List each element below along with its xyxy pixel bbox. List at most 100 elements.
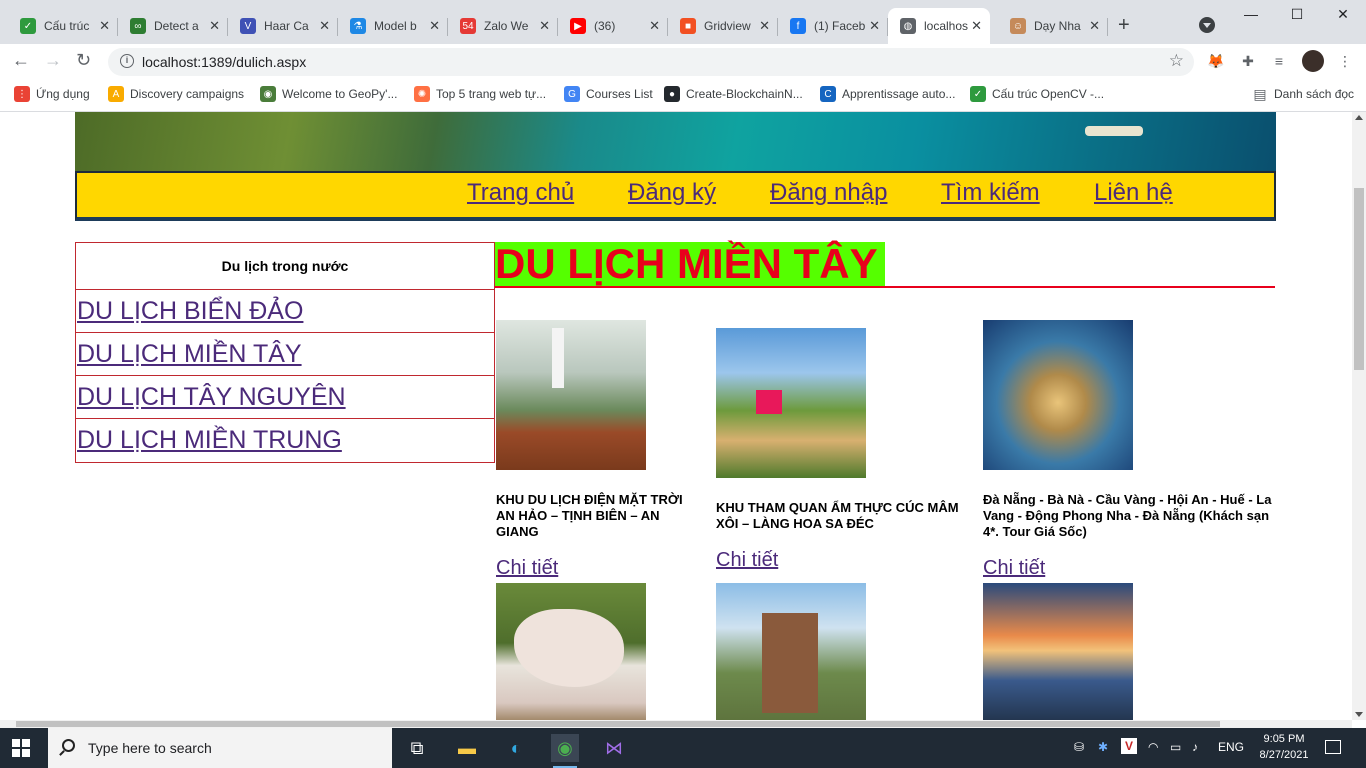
window-minimize-button[interactable]: —: [1228, 6, 1274, 22]
back-button[interactable]: ←: [12, 50, 30, 71]
taskbar-clock[interactable]: 9:05 PM 8/27/2021: [1252, 731, 1316, 763]
window-close-button[interactable]: ✕: [1320, 6, 1366, 23]
tab-close-icon[interactable]: ✕: [1089, 18, 1100, 34]
browser-tab-5[interactable]: ▶ (36) ✕: [558, 8, 668, 44]
tab-close-icon[interactable]: ✕: [539, 18, 550, 34]
tab-close-icon[interactable]: ✕: [429, 18, 440, 34]
sidebar-heading: Du lịch trong nước: [76, 243, 494, 290]
vertical-scrollbar[interactable]: [1352, 112, 1366, 720]
tab-search-icon[interactable]: [1199, 17, 1215, 33]
tab-title: Model b: [374, 19, 417, 33]
browser-tab-2[interactable]: V Haar Ca ✕: [228, 8, 338, 44]
chrome-browser-icon[interactable]: ◉: [551, 734, 579, 768]
menu-kebab-icon[interactable]: ⋮: [1336, 52, 1354, 70]
browser-tab-6[interactable]: ■ Gridview ✕: [668, 8, 778, 44]
windows-start-icon[interactable]: [12, 739, 30, 757]
browser-tab-9[interactable]: ☺ Dạy Nha ✕: [998, 8, 1108, 44]
tab-title: Detect a: [154, 19, 199, 33]
new-tab-button[interactable]: +: [1118, 14, 1130, 37]
browser-tab-3[interactable]: ⚗ Model b ✕: [338, 8, 448, 44]
address-bar[interactable]: i localhost:1389/dulich.aspx ☆: [108, 48, 1194, 76]
product-image-row2-1[interactable]: [496, 583, 646, 720]
horizontal-scroll-thumb[interactable]: [16, 721, 1220, 727]
metamask-extension-icon[interactable]: 🦊: [1207, 52, 1225, 70]
language-indicator[interactable]: ENG: [1218, 740, 1244, 754]
browser-tab-7[interactable]: f (1) Faceb ✕: [778, 8, 888, 44]
bookmark-item-5[interactable]: ● Create-BlockchainN...: [664, 86, 803, 102]
tab-close-icon[interactable]: ✕: [99, 18, 110, 34]
extensions-puzzle-icon[interactable]: ✚: [1239, 52, 1257, 70]
window-maximize-button[interactable]: ☐: [1274, 6, 1320, 23]
web-page: Trang chủ Đăng ký Đăng nhập Tìm kiếm Liê…: [0, 112, 1352, 720]
image-food-shape: [514, 609, 624, 687]
bookmark-item-6[interactable]: C Apprentissage auto...: [820, 86, 955, 102]
browser-tab-0[interactable]: ✓ Cấu trúc ✕: [8, 8, 118, 44]
tab-close-icon[interactable]: ✕: [649, 18, 660, 34]
edge-browser-icon[interactable]: ◐: [502, 734, 530, 762]
tab-close-icon[interactable]: ✕: [759, 18, 770, 34]
tab-close-icon[interactable]: ✕: [209, 18, 220, 34]
sidebar-item-mien-tay[interactable]: DU LỊCH MIỀN TÂY: [76, 333, 494, 376]
reload-button[interactable]: ↻: [76, 50, 91, 71]
site-info-icon[interactable]: i: [120, 54, 134, 68]
wifi-icon[interactable]: ◠: [1148, 740, 1158, 754]
menu-search-link[interactable]: Tìm kiếm: [941, 179, 1040, 207]
scroll-up-arrow-icon[interactable]: [1355, 115, 1363, 120]
product-image-mam-xoi[interactable]: [716, 328, 866, 478]
product-image-row2-3[interactable]: [983, 583, 1133, 720]
visual-studio-icon[interactable]: ⋈: [600, 734, 628, 762]
bookmark-item-3[interactable]: ✺ Top 5 trang web tự...: [414, 86, 546, 102]
menu-login-link[interactable]: Đăng nhập: [770, 179, 887, 207]
bookmark-item-7[interactable]: ✓ Cấu trúc OpenCV -...: [970, 86, 1104, 102]
bookmarks-bar: ▤ Danh sách đọc ⋮⋮⋮ Ứng dụng A Discovery ca…: [0, 80, 1366, 112]
vietkey-tray-icon[interactable]: V: [1121, 738, 1137, 754]
product-detail-link-an-hao[interactable]: Chi tiết: [496, 557, 558, 580]
reading-list-button[interactable]: ▤ Danh sách đọc: [1252, 86, 1354, 102]
tab-close-icon[interactable]: ✕: [971, 18, 982, 34]
bookmark-label: Welcome to GeoPy'...: [282, 87, 398, 101]
clock-date: 8/27/2021: [1259, 749, 1309, 761]
product-image-row2-2[interactable]: [716, 583, 866, 720]
bookmark-item-4[interactable]: G Courses List: [564, 86, 653, 102]
tab-close-icon[interactable]: ✕: [869, 18, 880, 34]
bookmark-item-2[interactable]: ◉ Welcome to GeoPy'...: [260, 86, 397, 102]
bookmark-item-1[interactable]: A Discovery campaigns: [108, 86, 244, 102]
sidebar-item-bien-dao[interactable]: DU LỊCH BIỂN ĐẢO: [76, 290, 494, 333]
horizontal-scrollbar[interactable]: [0, 720, 1352, 728]
browser-tab-4[interactable]: 54 Zalo We ✕: [448, 8, 558, 44]
bookmark-item-0[interactable]: ⋮⋮⋮ Ứng dụng: [7, 86, 90, 102]
tab-favicon-icon: ∞: [130, 18, 146, 34]
scroll-down-arrow-icon[interactable]: [1355, 712, 1363, 717]
tab-title: Dạy Nha: [1034, 19, 1081, 33]
product-detail-link-phong-nha[interactable]: Chi tiết: [983, 557, 1045, 580]
bookmark-favicon-icon: G: [564, 86, 580, 102]
menu-home-link[interactable]: Trang chủ: [467, 179, 574, 207]
task-view-icon[interactable]: ⧉: [403, 734, 431, 762]
forward-button[interactable]: →: [44, 50, 62, 71]
bluetooth-tray-icon[interactable]: ✱: [1098, 740, 1108, 754]
media-control-icon[interactable]: ≡: [1270, 52, 1288, 70]
menu-register-link[interactable]: Đăng ký: [628, 179, 716, 207]
browser-tab-8[interactable]: ◍ localhos ✕: [888, 8, 990, 44]
battery-icon[interactable]: ▭: [1170, 740, 1181, 754]
menu-contact-link[interactable]: Liên hệ: [1094, 179, 1173, 207]
volume-icon[interactable]: ♪: [1192, 740, 1198, 754]
tab-close-icon[interactable]: ✕: [319, 18, 330, 34]
tab-title: Zalo We: [484, 19, 529, 33]
product-image-phong-nha[interactable]: [983, 320, 1133, 470]
vertical-scroll-thumb[interactable]: [1354, 188, 1364, 370]
browser-tab-1[interactable]: ∞ Detect a ✕: [118, 8, 228, 44]
browser-toolbar: ← → ↻ i localhost:1389/dulich.aspx ☆ 🦊 ✚…: [0, 44, 1366, 80]
product-detail-link-mam-xoi[interactable]: Chi tiết: [716, 549, 778, 572]
product-image-an-hao[interactable]: [496, 320, 646, 470]
taskbar-search-box[interactable]: Type here to search: [48, 728, 392, 768]
sidebar-item-tay-nguyen[interactable]: DU LỊCH TÂY NGUYÊN: [76, 376, 494, 419]
action-center-icon[interactable]: [1325, 740, 1341, 754]
sidebar-item-mien-trung[interactable]: DU LỊCH MIỀN TRUNG: [76, 419, 494, 462]
file-explorer-icon[interactable]: ▬: [453, 734, 481, 762]
url-text[interactable]: localhost:1389/dulich.aspx: [142, 54, 306, 70]
bookmark-star-icon[interactable]: ☆: [1169, 51, 1184, 71]
network-share-icon[interactable]: ⛁: [1074, 740, 1084, 754]
profile-avatar[interactable]: [1302, 50, 1324, 72]
bookmark-label: Ứng dụng: [36, 87, 90, 101]
